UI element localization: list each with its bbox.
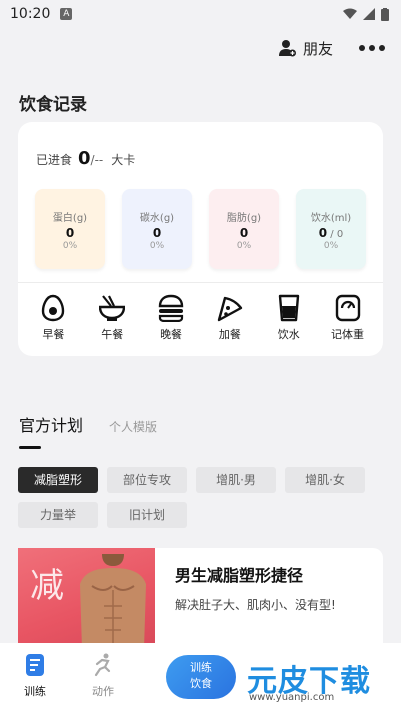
nav-training[interactable]: 训练	[10, 653, 60, 699]
meal-snack-button[interactable]: 加餐	[205, 294, 255, 342]
fab-line1: 训练	[190, 661, 212, 674]
water-button[interactable]: 饮水	[264, 294, 314, 342]
meal-lunch-button[interactable]: 午餐	[87, 294, 137, 342]
pizza-slice-icon	[217, 296, 243, 322]
diet-section-title: 饮食记录	[19, 95, 87, 115]
nutrient-grid: 蛋白(g) 0 0% 碳水(g) 0 0% 脂肪(g) 0 0% 饮水(ml) …	[35, 189, 366, 269]
intake-unit: 大卡	[111, 153, 136, 167]
burger-icon	[158, 294, 184, 322]
signal-icon	[363, 8, 375, 20]
egg-icon	[42, 294, 65, 322]
chip-fat-loss[interactable]: 减脂塑形	[18, 467, 98, 493]
meal-buttons: 早餐 午餐 晚餐 加餐 饮水 记体重	[18, 294, 383, 342]
friends-button[interactable]: 朋友	[278, 38, 333, 59]
chip-muscle-female[interactable]: 增肌·女	[285, 467, 365, 493]
nutrient-value: 0 / 0	[296, 226, 366, 240]
meal-label: 午餐	[101, 328, 124, 341]
train-diet-fab[interactable]: 训练 饮食	[166, 655, 236, 699]
meal-label: 记体重	[331, 328, 365, 341]
chip-powerlifting[interactable]: 力量举	[18, 502, 98, 528]
weight-record-button[interactable]: 记体重	[323, 294, 373, 342]
intake-target: /--	[90, 153, 104, 167]
scale-icon	[335, 294, 360, 322]
plan-category-chips: 减脂塑形 部位专攻 增肌·男 增肌·女 力量举 旧计划	[18, 467, 378, 528]
nutrient-percent: 0%	[323, 241, 339, 251]
intake-value: 0	[78, 148, 91, 169]
nutrient-label: 碳水(g)	[139, 213, 175, 224]
chip-body-part[interactable]: 部位专攻	[107, 467, 187, 493]
watermark: 元皮下载 www.yuanpi.com	[241, 650, 401, 712]
nutrient-protein[interactable]: 蛋白(g) 0 0%	[35, 189, 105, 269]
nutrient-label: 蛋白(g)	[52, 213, 88, 224]
nutrient-percent: 0%	[236, 241, 252, 251]
meal-label: 饮水	[277, 328, 300, 341]
tab-official-plans[interactable]: 官方计划	[19, 412, 83, 436]
watermark-url: www.yuanpi.com	[249, 692, 335, 703]
nutrient-label: 饮水(ml)	[310, 213, 352, 224]
more-menu-icon[interactable]	[359, 45, 385, 51]
intake-label: 已进食	[36, 153, 73, 167]
nutrient-value: 0	[152, 226, 162, 240]
chip-old-plans[interactable]: 旧计划	[107, 502, 187, 528]
plan-subtitle: 解决肚子大、肌肉小、没有型!	[175, 598, 336, 612]
notification-icon: A	[60, 8, 73, 20]
nutrient-fat[interactable]: 脂肪(g) 0 0%	[209, 189, 279, 269]
battery-icon	[381, 7, 389, 21]
add-friend-icon	[278, 40, 296, 57]
plan-title: 男生减脂塑形捷径	[175, 566, 304, 585]
meal-label: 晚餐	[160, 328, 183, 341]
plan-tabs: 官方计划 个人模版	[19, 412, 157, 436]
divider	[18, 282, 383, 283]
nav-actions-label: 动作	[92, 685, 114, 698]
diet-card: 已进食 0 /-- 大卡 蛋白(g) 0 0% 碳水(g) 0 0% 脂肪(g)…	[18, 122, 383, 356]
meal-label: 早餐	[42, 328, 65, 341]
intake-summary: 已进食 0 /-- 大卡	[36, 148, 135, 169]
nutrient-percent: 0%	[62, 241, 78, 251]
nav-training-label: 训练	[24, 685, 46, 698]
training-doc-icon	[26, 654, 44, 676]
water-value: 0	[318, 226, 328, 240]
nutrient-carbs[interactable]: 碳水(g) 0 0%	[122, 189, 192, 269]
meal-label: 加餐	[218, 328, 241, 341]
wifi-icon	[343, 8, 357, 19]
nutrient-water[interactable]: 饮水(ml) 0 / 0 0%	[296, 189, 366, 269]
fab-line2: 饮食	[190, 677, 212, 690]
nutrient-value: 0	[65, 226, 75, 240]
water-glass-icon	[278, 294, 299, 322]
meal-dinner-button[interactable]: 晚餐	[146, 294, 196, 342]
nutrient-percent: 0%	[149, 241, 165, 251]
nav-actions[interactable]: 动作	[78, 653, 128, 699]
nutrient-label: 脂肪(g)	[226, 213, 262, 224]
plan-cover-text: 减	[30, 566, 64, 606]
noodle-bowl-icon	[99, 295, 126, 321]
plan-card[interactable]: 减 男生减脂塑形捷径 解决肚子大、肌肉小、没有型!	[18, 548, 383, 643]
active-tab-indicator	[19, 446, 41, 449]
friends-label: 朋友	[302, 39, 333, 58]
athlete-torso-image	[80, 554, 146, 643]
water-target: / 0	[327, 229, 344, 240]
meal-breakfast-button[interactable]: 早餐	[28, 294, 78, 342]
tab-personal-templates[interactable]: 个人模版	[109, 418, 157, 435]
chip-muscle-male[interactable]: 增肌·男	[196, 467, 276, 493]
top-bar: 朋友	[278, 34, 385, 62]
plan-cover-image: 减	[18, 548, 155, 643]
runner-icon	[94, 653, 111, 677]
status-bar: 10:20 A	[0, 0, 401, 28]
status-time: 10:20	[10, 6, 51, 22]
nutrient-value: 0	[239, 226, 249, 240]
